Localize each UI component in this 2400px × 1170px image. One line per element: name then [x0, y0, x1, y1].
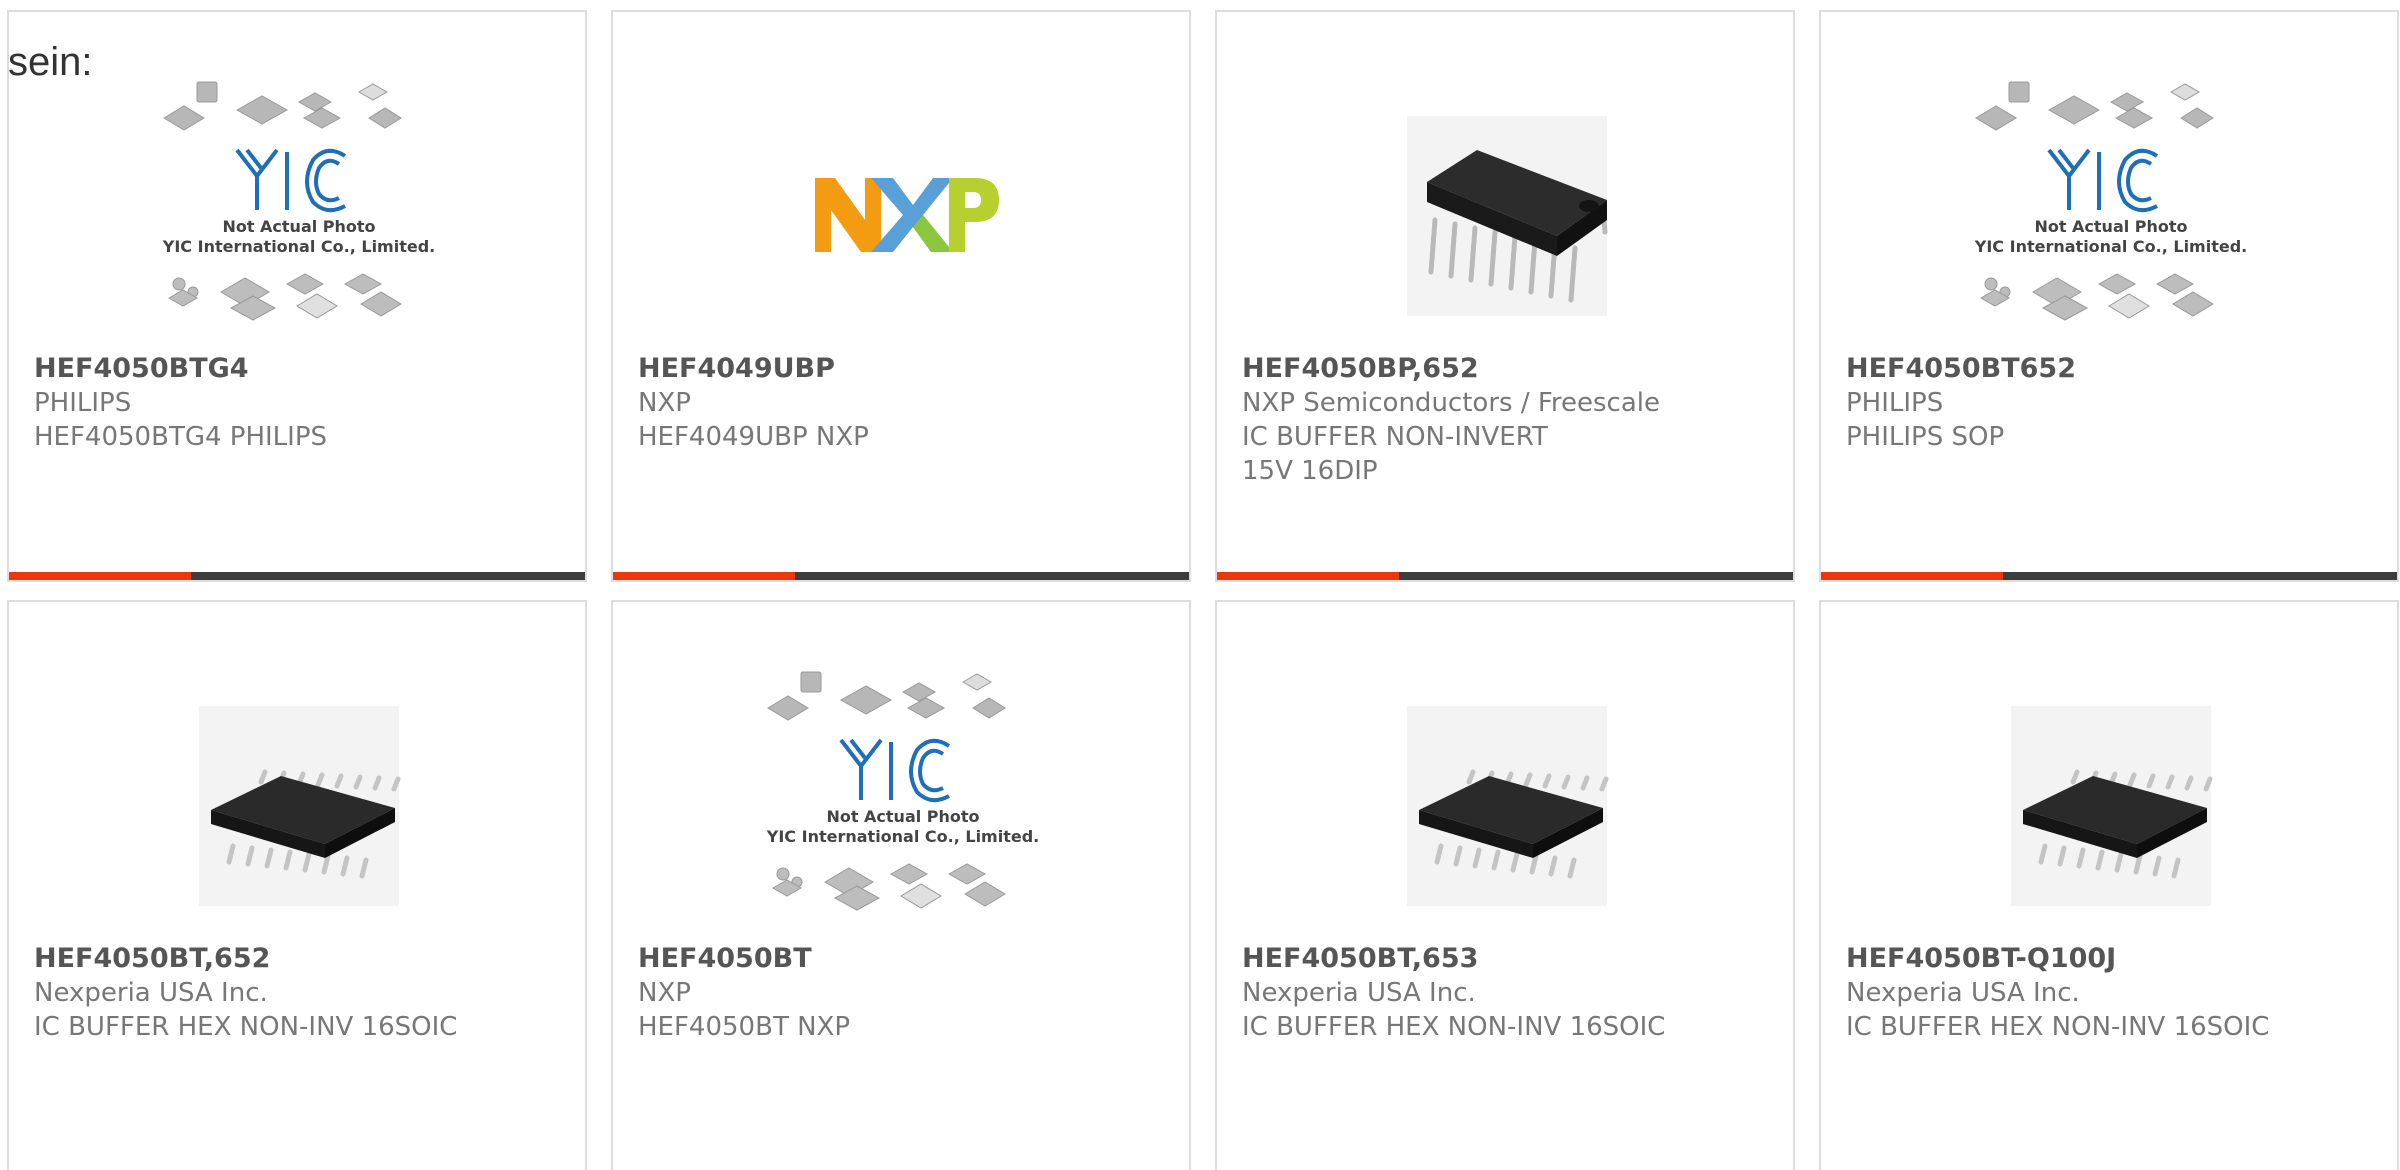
- part-number-link[interactable]: HEF4049UBP: [638, 352, 1164, 386]
- product-card[interactable]: Not Actual Photo YIC International Co., L…: [7, 10, 587, 582]
- yic-placeholder-image: Not Actual PhotoYIC International Co., L…: [766, 671, 1039, 911]
- bar-accent: [613, 572, 795, 580]
- part-number-link[interactable]: HEF4050BTG4: [34, 352, 560, 386]
- soic-chip-image: [1407, 706, 1609, 906]
- soic-chip-image: [199, 706, 401, 906]
- manufacturer-label: PHILIPS: [34, 388, 132, 418]
- product-image[interactable]: Not Actual Photo YIC International Co., L…: [753, 660, 1053, 950]
- manufacturer-label: Nexperia USA Inc.: [34, 978, 268, 1008]
- product-card[interactable]: Not Actual Photo YIC International Co., L…: [1819, 10, 2399, 582]
- product-card[interactable]: HEF4050BT,653 Nexperia USA Inc. IC BUFFE…: [1215, 600, 1795, 1170]
- product-image[interactable]: Not Actual Photo YIC International Co., L…: [149, 70, 449, 360]
- placeholder-caption-line2: YIC International Co., Limited.: [162, 237, 435, 256]
- description-label: IC BUFFER HEX NON-INV 16SOIC: [34, 1012, 458, 1042]
- manufacturer-label: NXP: [638, 388, 691, 418]
- placeholder-caption-line1: Not Actual Photo: [2034, 217, 2187, 236]
- product-image[interactable]: [1357, 70, 1657, 360]
- soic-chip-image: [2011, 706, 2213, 906]
- placeholder-caption-line2: YIC International Co., Limited.: [1974, 237, 2247, 256]
- product-card[interactable]: Not Actual Photo YIC International Co., L…: [611, 600, 1191, 1170]
- description-label: PHILIPS SOP: [1846, 422, 2005, 452]
- placeholder-caption-line1: Not Actual Photo: [222, 217, 375, 236]
- manufacturer-label: NXP: [638, 978, 691, 1008]
- manufacturer-label: PHILIPS: [1846, 388, 1944, 418]
- product-card[interactable]: HEF4050BP,652 NXP Semiconductors / Frees…: [1215, 10, 1795, 582]
- bar-accent: [9, 572, 191, 580]
- manufacturer-label: Nexperia USA Inc.: [1846, 978, 2080, 1008]
- product-card[interactable]: HEF4050BT-Q100J Nexperia USA Inc. IC BUF…: [1819, 600, 2399, 1170]
- yic-placeholder-image: Not Actual PhotoYIC International Co., L…: [162, 81, 435, 321]
- part-number-link[interactable]: HEF4050BT,653: [1242, 942, 1768, 976]
- product-image[interactable]: NXP: [753, 70, 1053, 360]
- product-card[interactable]: NXP HEF4049UBP NXP HEF4049UBP NXP: [611, 10, 1191, 582]
- description-label: HEF4050BTG4 PHILIPS: [34, 422, 328, 452]
- description-label: IC BUFFER NON-INVERT 15V 16DIP: [1242, 422, 1548, 486]
- placeholder-caption-line1: Not Actual Photo: [826, 807, 979, 826]
- card-bottom-bar: [9, 572, 585, 580]
- part-number-link[interactable]: HEF4050BT: [638, 942, 1164, 976]
- dip-chip-image: [1407, 116, 1608, 316]
- description-label: HEF4050BT NXP: [638, 1012, 851, 1042]
- bar-accent: [1821, 572, 2003, 580]
- bar-accent: [1217, 572, 1399, 580]
- nxp-logo-image: NXP: [753, 70, 999, 252]
- svg-text:NXP: NXP: [753, 70, 755, 71]
- description-label: HEF4049UBP NXP: [638, 422, 869, 452]
- manufacturer-label: NXP Semiconductors / Freescale: [1242, 388, 1661, 418]
- description-label: IC BUFFER HEX NON-INV 16SOIC: [1846, 1012, 2270, 1042]
- product-image[interactable]: Not Actual Photo YIC International Co., L…: [1961, 70, 2261, 360]
- part-number-link[interactable]: HEF4050BT652: [1846, 352, 2372, 386]
- yic-placeholder-image: Not Actual PhotoYIC International Co., L…: [1974, 81, 2247, 321]
- part-number-link[interactable]: HEF4050BT,652: [34, 942, 560, 976]
- card-bottom-bar: [1821, 572, 2397, 580]
- part-number-link[interactable]: HEF4050BP,652: [1242, 352, 1768, 386]
- part-number-link[interactable]: HEF4050BT-Q100J: [1846, 942, 2372, 976]
- card-bottom-bar: [613, 572, 1189, 580]
- card-bottom-bar: [1217, 572, 1793, 580]
- manufacturer-label: Nexperia USA Inc.: [1242, 978, 1476, 1008]
- description-label: IC BUFFER HEX NON-INV 16SOIC: [1242, 1012, 1666, 1042]
- intro-text: sein:: [8, 40, 93, 84]
- product-image[interactable]: [1357, 660, 1657, 950]
- product-image[interactable]: [149, 660, 449, 950]
- product-image[interactable]: [1961, 660, 2261, 950]
- product-card[interactable]: HEF4050BT,652 Nexperia USA Inc. IC BUFFE…: [7, 600, 587, 1170]
- placeholder-caption-line2: YIC International Co., Limited.: [766, 827, 1039, 846]
